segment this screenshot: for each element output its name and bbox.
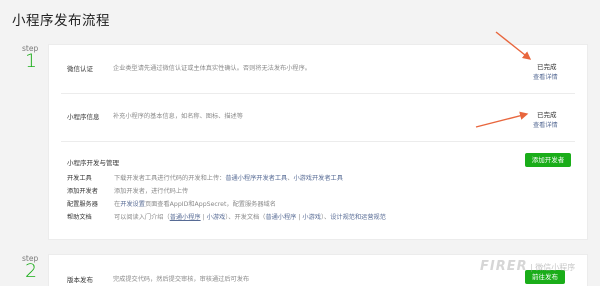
watermark-logo: FIRER [480, 259, 528, 274]
annotation-arrows [475, 31, 532, 128]
arrow-to-info-status [475, 111, 529, 128]
arrow-to-verify-status [495, 31, 532, 60]
release-title: 版本发布 [67, 276, 93, 284]
watermark-sub: | 微信小程序 [530, 263, 576, 272]
release-desc: 完成提交代码，然后提交审核，审核通过后可发布 [113, 276, 250, 283]
step-2-number: 2 [25, 260, 38, 282]
